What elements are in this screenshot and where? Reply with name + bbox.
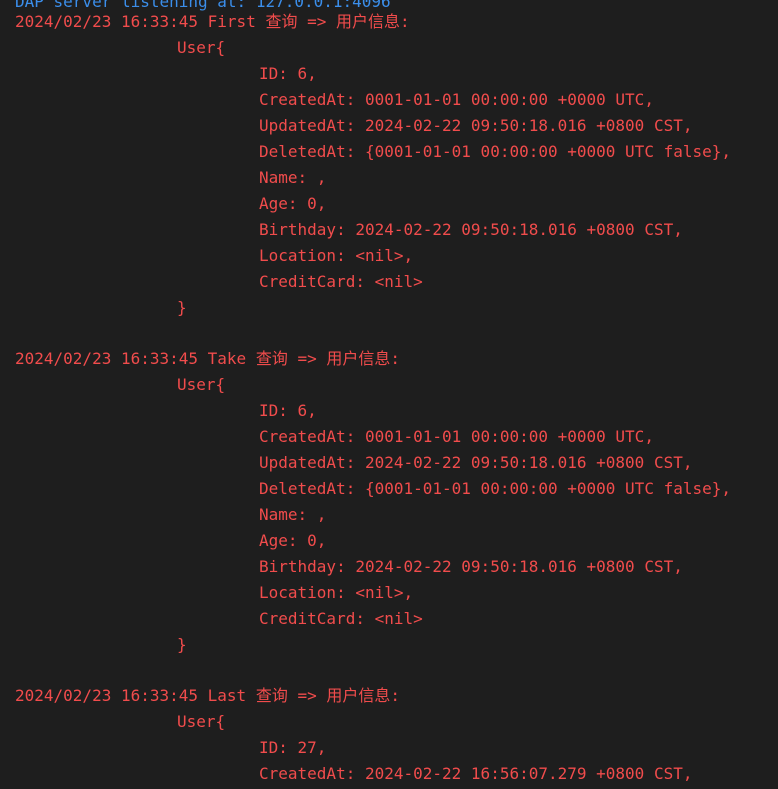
log-heading-take: 2024/02/23 16:33:45 Take 查询 => 用户信息: xyxy=(15,349,400,368)
field-createdat: CreatedAt: 0001-01-01 00:00:00 +0000 UTC… xyxy=(259,427,654,446)
field-creditcard: CreditCard: <nil> xyxy=(259,272,423,291)
field-createdat: CreatedAt: 0001-01-01 00:00:00 +0000 UTC… xyxy=(259,90,654,109)
field-birthday: Birthday: 2024-02-22 09:50:18.016 +0800 … xyxy=(259,220,683,239)
struct-close: } xyxy=(177,635,187,654)
field-deletedat: DeletedAt: {0001-01-01 00:00:00 +0000 UT… xyxy=(259,479,732,498)
field-age: Age: 0, xyxy=(259,531,327,550)
field-updatedat: UpdatedAt: 2024-02-22 09:50:18.016 +0800… xyxy=(259,453,693,472)
field-creditcard: CreditCard: <nil> xyxy=(259,609,423,628)
field-updatedat: UpdatedAt: 2024-02-22 09:50:18.016 +0800… xyxy=(259,116,693,135)
struct-open: User{ xyxy=(177,375,226,394)
log-heading-first: 2024/02/23 16:33:45 First 查询 => 用户信息: xyxy=(15,12,410,31)
struct-close: } xyxy=(177,298,187,317)
field-name: Name: , xyxy=(259,505,327,524)
field-id: ID: 27, xyxy=(259,738,327,757)
field-id: ID: 6, xyxy=(259,401,317,420)
field-location: Location: <nil>, xyxy=(259,246,414,265)
field-id: ID: 6, xyxy=(259,64,317,83)
field-deletedat: DeletedAt: {0001-01-01 00:00:00 +0000 UT… xyxy=(259,142,732,161)
field-createdat: CreatedAt: 2024-02-22 16:56:07.279 +0800… xyxy=(259,764,693,783)
terminal-output[interactable]: DAP server listening at: 127.0.0.1:4096 … xyxy=(0,0,778,789)
field-age: Age: 0, xyxy=(259,194,327,213)
log-heading-last: 2024/02/23 16:33:45 Last 查询 => 用户信息: xyxy=(15,686,400,705)
field-location: Location: <nil>, xyxy=(259,583,414,602)
struct-open: User{ xyxy=(177,38,226,57)
struct-open: User{ xyxy=(177,712,226,731)
field-name: Name: , xyxy=(259,168,327,187)
field-birthday: Birthday: 2024-02-22 09:50:18.016 +0800 … xyxy=(259,557,683,576)
